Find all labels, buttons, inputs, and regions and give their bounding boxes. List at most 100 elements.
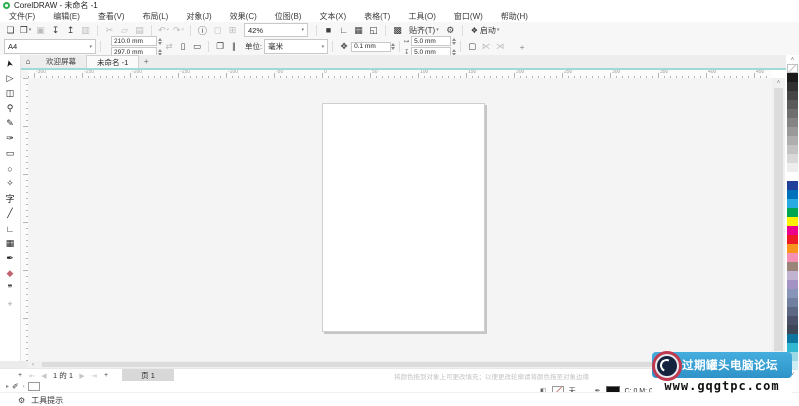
menu-item-text[interactable]: 文本(X): [310, 11, 355, 22]
all-pages-button[interactable]: ❐: [213, 40, 227, 53]
color-swatch-30[interactable]: [787, 334, 798, 343]
snap-button[interactable]: 贴齐(T)▾: [405, 25, 443, 36]
show-guidelines-icon[interactable]: ◱: [366, 23, 381, 37]
color-swatch-10[interactable]: [787, 154, 798, 163]
color-swatch-7[interactable]: [787, 127, 798, 136]
color-swatch-17[interactable]: [787, 217, 798, 226]
mesh-fill-tool[interactable]: ▦: [1, 236, 20, 251]
export-icon[interactable]: ↥: [63, 23, 78, 37]
import-icon[interactable]: ↧: [48, 23, 63, 37]
shape-tool[interactable]: ▷: [1, 71, 20, 86]
no-color-swatch[interactable]: [787, 64, 798, 73]
freehand-tool[interactable]: ✎: [1, 116, 20, 131]
new-document-icon[interactable]: ❏: [3, 23, 18, 37]
document-page[interactable]: [322, 103, 485, 332]
landscape-button[interactable]: ▭: [190, 40, 204, 53]
menu-item-table[interactable]: 表格(T): [355, 11, 399, 22]
color-swatch-27[interactable]: [787, 307, 798, 316]
color-swatch-20[interactable]: [787, 244, 798, 253]
color-swatch-18[interactable]: [787, 226, 798, 235]
portrait-button[interactable]: ▯: [176, 40, 190, 53]
duplicate-x-field[interactable]: 5.0 mm: [411, 36, 451, 46]
gear-icon[interactable]: ⚙: [18, 396, 25, 405]
zoom-tool[interactable]: ⚲: [1, 101, 20, 116]
color-swatch-22[interactable]: [787, 262, 798, 271]
color-swatch-3[interactable]: [787, 91, 798, 100]
page-width-field[interactable]: 210.0 mm: [111, 36, 157, 46]
options-icon[interactable]: ⚙: [443, 23, 458, 37]
menu-item-edit[interactable]: 编辑(E): [44, 11, 89, 22]
tab-welcome-screen[interactable]: 欢迎屏幕: [36, 56, 86, 68]
tab-document-untitled[interactable]: 未命名 -1: [86, 55, 139, 68]
color-swatch-31[interactable]: [787, 343, 798, 352]
vertical-scrollbar[interactable]: ˄ ˅: [772, 78, 785, 361]
add-tool-button[interactable]: +: [1, 296, 20, 311]
menu-item-help[interactable]: 帮助(H): [492, 11, 537, 22]
color-swatch-6[interactable]: [787, 118, 798, 127]
menu-item-object[interactable]: 对象(J): [177, 11, 220, 22]
eyedropper-tool[interactable]: ✒: [1, 251, 20, 266]
color-swatch-29[interactable]: [787, 325, 798, 334]
color-swatch-8[interactable]: [787, 136, 798, 145]
text-tool[interactable]: 字: [1, 191, 20, 206]
menu-item-file[interactable]: 文件(F): [0, 11, 44, 22]
fullscreen-preview-icon[interactable]: ■: [321, 23, 336, 37]
palette-scroll-up-icon[interactable]: ˄: [791, 55, 795, 64]
show-grid-icon[interactable]: ▦: [351, 23, 366, 37]
polygon-tool[interactable]: ✧: [1, 176, 20, 191]
menu-item-tools[interactable]: 工具(O): [399, 11, 445, 22]
menu-item-window[interactable]: 窗口(W): [445, 11, 492, 22]
color-swatch-2[interactable]: [787, 82, 798, 91]
pick-tool[interactable]: ➤: [1, 56, 20, 71]
color-swatch-23[interactable]: [787, 271, 798, 280]
vertical-scrollbar-thumb[interactable]: [774, 88, 783, 351]
collapse-icon[interactable]: ‹: [23, 384, 25, 390]
color-swatch-1[interactable]: [787, 73, 798, 82]
launch-button[interactable]: ❖启动▾: [467, 25, 504, 36]
page-size-preset-select[interactable]: A4 ▾: [4, 39, 96, 54]
duplicate-x-stepper[interactable]: [452, 38, 456, 45]
color-swatch-15[interactable]: [787, 199, 798, 208]
color-swatch-25[interactable]: [787, 289, 798, 298]
menu-item-bitmaps[interactable]: 位图(B): [266, 11, 311, 22]
nudge-distance-field[interactable]: 0.1 mm: [351, 42, 391, 52]
customize-toolbar-button[interactable]: +: [515, 40, 529, 53]
color-swatch-19[interactable]: [787, 235, 798, 244]
color-swatch-9[interactable]: [787, 145, 798, 154]
menu-item-view[interactable]: 查看(V): [89, 11, 134, 22]
connector-tool[interactable]: ∟: [1, 221, 20, 236]
current-page-button[interactable]: ∥: [227, 40, 241, 53]
show-rulers-icon[interactable]: ∟: [336, 23, 351, 37]
zoom-level-select[interactable]: 42%▾: [244, 23, 308, 37]
nudge-stepper[interactable]: [391, 43, 395, 50]
color-swatch-4[interactable]: [787, 100, 798, 109]
treat-as-filled-button[interactable]: ▢: [465, 40, 479, 53]
add-page-button[interactable]: +: [14, 370, 26, 382]
color-swatch-21[interactable]: [787, 253, 798, 262]
drawing-canvas[interactable]: [28, 78, 772, 361]
new-document-tab-button[interactable]: +: [139, 57, 153, 66]
snap-settings-icon[interactable]: ▩: [390, 23, 405, 37]
scroll-up-icon[interactable]: ˄: [777, 78, 781, 87]
ellipse-tool[interactable]: ○: [1, 161, 20, 176]
add-page-button-2[interactable]: +: [100, 370, 112, 382]
drop-shadow-tool[interactable]: ❞: [1, 281, 20, 296]
menu-item-layout[interactable]: 布局(L): [134, 11, 178, 22]
color-swatch-5[interactable]: [787, 109, 798, 118]
color-swatch-14[interactable]: [787, 190, 798, 199]
eyedropper-icon[interactable]: ✐: [12, 382, 19, 391]
color-swatch-26[interactable]: [787, 298, 798, 307]
color-swatch-13[interactable]: [787, 181, 798, 190]
units-select[interactable]: 毫米 ▾: [264, 39, 328, 54]
open-icon[interactable]: ❐▾: [18, 23, 33, 37]
search-content-icon[interactable]: ⓘ: [195, 23, 210, 37]
color-swatch-28[interactable]: [787, 316, 798, 325]
crop-tool[interactable]: ◫: [1, 86, 20, 101]
artistic-media-tool[interactable]: ✑: [1, 131, 20, 146]
color-swatch-11[interactable]: [787, 163, 798, 172]
menu-item-effects[interactable]: 效果(C): [221, 11, 266, 22]
color-swatch-16[interactable]: [787, 208, 798, 217]
horizontal-scrollbar-thumb[interactable]: [42, 362, 652, 367]
flyout-icon[interactable]: ▸: [6, 383, 9, 390]
rectangle-tool[interactable]: ▭: [1, 146, 20, 161]
